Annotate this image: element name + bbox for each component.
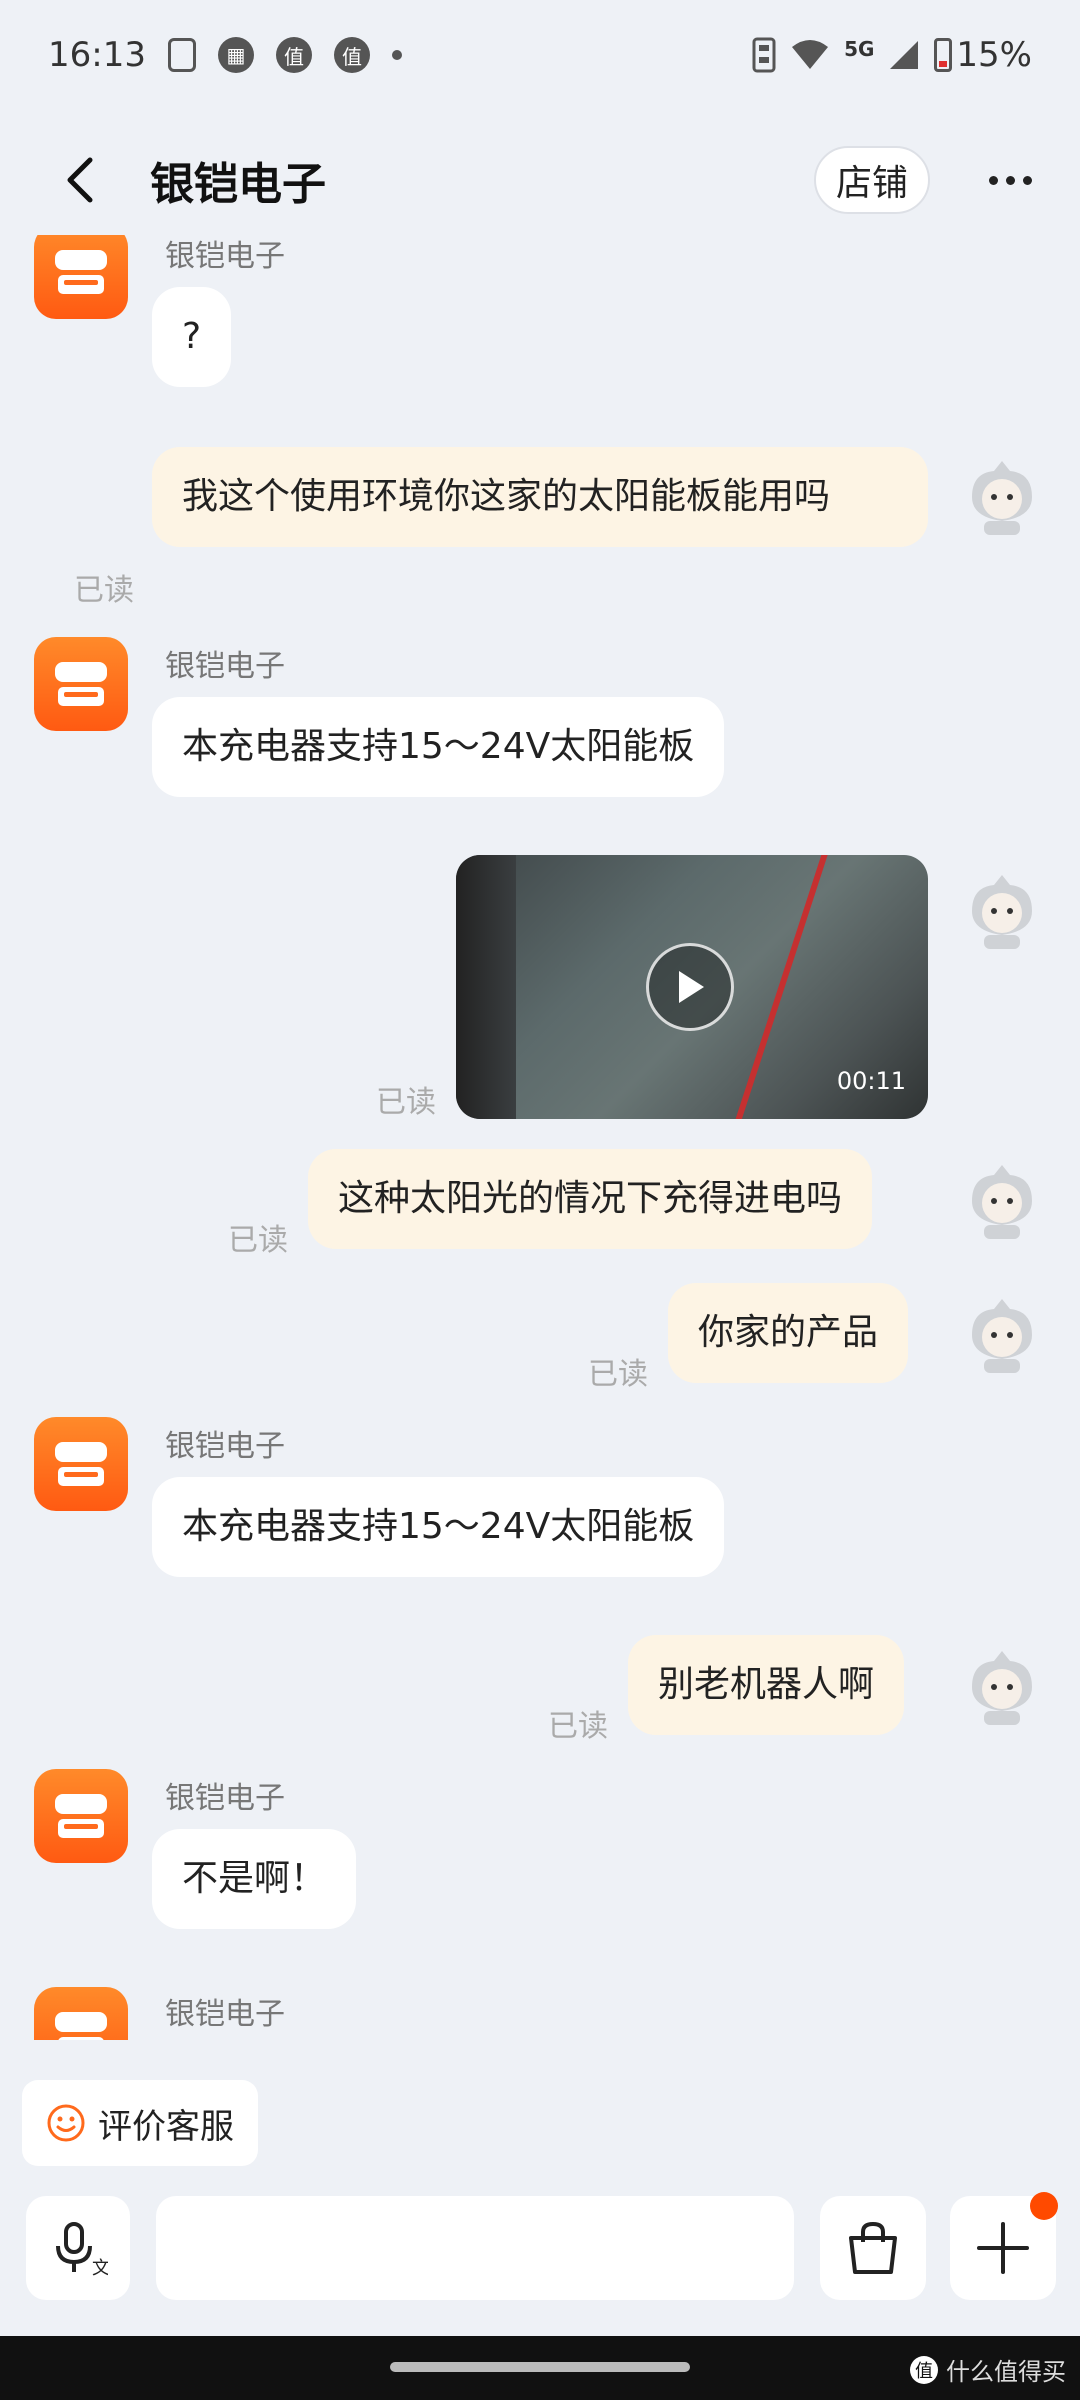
watermark: 值 什么值得买 (910, 2352, 1066, 2387)
rate-service-label: 评价客服 (98, 2106, 234, 2147)
message-bubble-outgoing[interactable]: 你家的产品 (668, 1283, 909, 1383)
watermark-text: 什么值得买 (946, 2358, 1066, 2386)
watermark-logo-icon: 值 (910, 2355, 938, 2384)
video-thumbnail-detail (726, 855, 832, 1119)
chat-header: 银铠电子 店铺 (0, 130, 1080, 230)
message-bubble-incoming[interactable]: ? (152, 287, 232, 387)
user-avatar-icon (972, 875, 1032, 949)
shopping-bag-icon (849, 2221, 897, 2274)
store-icon (55, 1442, 107, 1486)
user-avatar-icon (972, 1165, 1032, 1239)
store-icon (55, 2012, 107, 2040)
signal-icon (890, 41, 919, 69)
user-avatar[interactable] (962, 457, 1042, 537)
read-receipt: 已读 (376, 1085, 436, 1120)
read-receipt: 已读 (548, 1709, 608, 1744)
user-avatar[interactable] (962, 871, 1042, 951)
rate-service-button[interactable]: 评价客服 (22, 2080, 258, 2166)
message-bubble-incoming[interactable]: 本充电器支持15～24V太阳能板 (152, 697, 725, 797)
play-icon (679, 971, 704, 1003)
shop-avatar[interactable] (34, 235, 128, 319)
message-input[interactable] (156, 2196, 911, 2300)
wifi-icon (792, 40, 829, 69)
user-avatar-icon (972, 1651, 1032, 1725)
user-avatar[interactable] (962, 1295, 1042, 1375)
system-nav-bar: 值 什么值得买 (0, 2336, 1080, 2400)
battery-indicator: 15% (934, 35, 1032, 75)
play-button[interactable] (646, 943, 734, 1031)
message-bubble-outgoing[interactable]: 这种太阳光的情况下充得进电吗 (308, 1149, 873, 1249)
zhi-app-icon: 值 (275, 37, 312, 73)
sim-icon (752, 37, 776, 73)
shop-avatar[interactable] (34, 637, 128, 731)
battery-percent: 15% (956, 35, 1032, 75)
voice-input-button[interactable]: 文 (26, 2196, 130, 2300)
shop-avatar[interactable] (34, 1769, 128, 1863)
message-bubble-incoming[interactable]: 不是啊！ (152, 1829, 357, 1929)
zhi-app-icon: 值 (333, 37, 370, 73)
video-duration: 00:11 (836, 1067, 906, 1095)
more-notifications-icon (391, 50, 402, 60)
sender-name: 银铠电子 (165, 1781, 285, 1816)
message-bubble-outgoing[interactable]: 我这个使用环境你这家的太阳能板能用吗 (152, 447, 928, 547)
input-bar: 文 (0, 2192, 1080, 2306)
user-avatar[interactable] (962, 1647, 1042, 1727)
shop-avatar[interactable] (34, 1987, 128, 2040)
video-thumbnail-detail (456, 855, 516, 1119)
store-icon (55, 662, 107, 706)
page-title: 银铠电子 (150, 159, 326, 210)
microphone-icon: 文 (56, 2222, 108, 2278)
read-receipt: 已读 (588, 1357, 648, 1392)
network-type: 5G (844, 37, 875, 61)
sender-name: 银铠电子 (165, 649, 285, 684)
status-time: 16:13 (48, 35, 146, 75)
shopping-bag-button[interactable] (820, 2196, 926, 2300)
plus-icon (977, 2222, 1029, 2274)
back-button[interactable] (40, 140, 120, 220)
notification-dot (1030, 2192, 1058, 2220)
shop-avatar[interactable] (34, 1417, 128, 1511)
dot (1005, 175, 1015, 185)
calendar-icon: ▦ (217, 37, 254, 73)
sender-name: 银铠电子 (165, 1997, 285, 2032)
user-avatar-icon (972, 461, 1032, 535)
add-more-button[interactable] (950, 2192, 1058, 2300)
sender-name: 银铠电子 (165, 239, 285, 274)
smile-icon (47, 2104, 85, 2142)
dot (988, 175, 998, 185)
home-gesture-handle[interactable] (390, 2362, 690, 2372)
shop-button[interactable]: 店铺 (813, 146, 930, 214)
store-icon (55, 1794, 107, 1838)
video-message[interactable]: 00:11 (456, 855, 928, 1119)
battery-icon (934, 38, 953, 72)
message-bubble-outgoing[interactable]: 别老机器人啊 (628, 1635, 905, 1735)
status-left: 16:13 ▦ 值 值 (48, 35, 402, 75)
sender-name: 银铠电子 (165, 1429, 285, 1464)
voice-text-glyph: 文 (92, 2258, 108, 2278)
message-bubble-incoming[interactable]: 本充电器支持15～24V太阳能板 (152, 1477, 725, 1577)
chat-message-list[interactable]: 银铠电子 ? 我这个使用环境你这家的太阳能板能用吗 已读 银铠电子 本充电器支持… (0, 235, 1080, 2040)
read-receipt: 已读 (228, 1223, 288, 1258)
chevron-left-icon (67, 157, 93, 203)
read-receipt: 已读 (74, 573, 134, 608)
battery-saver-icon (167, 38, 196, 72)
status-right: 5G 15% (752, 35, 1032, 75)
more-options-button[interactable] (980, 150, 1040, 210)
store-icon (55, 250, 107, 294)
status-bar: 16:13 ▦ 值 值 5G 15% (0, 0, 1080, 110)
dot (1022, 175, 1032, 185)
user-avatar[interactable] (962, 1161, 1042, 1241)
user-avatar-icon (972, 1299, 1032, 1373)
